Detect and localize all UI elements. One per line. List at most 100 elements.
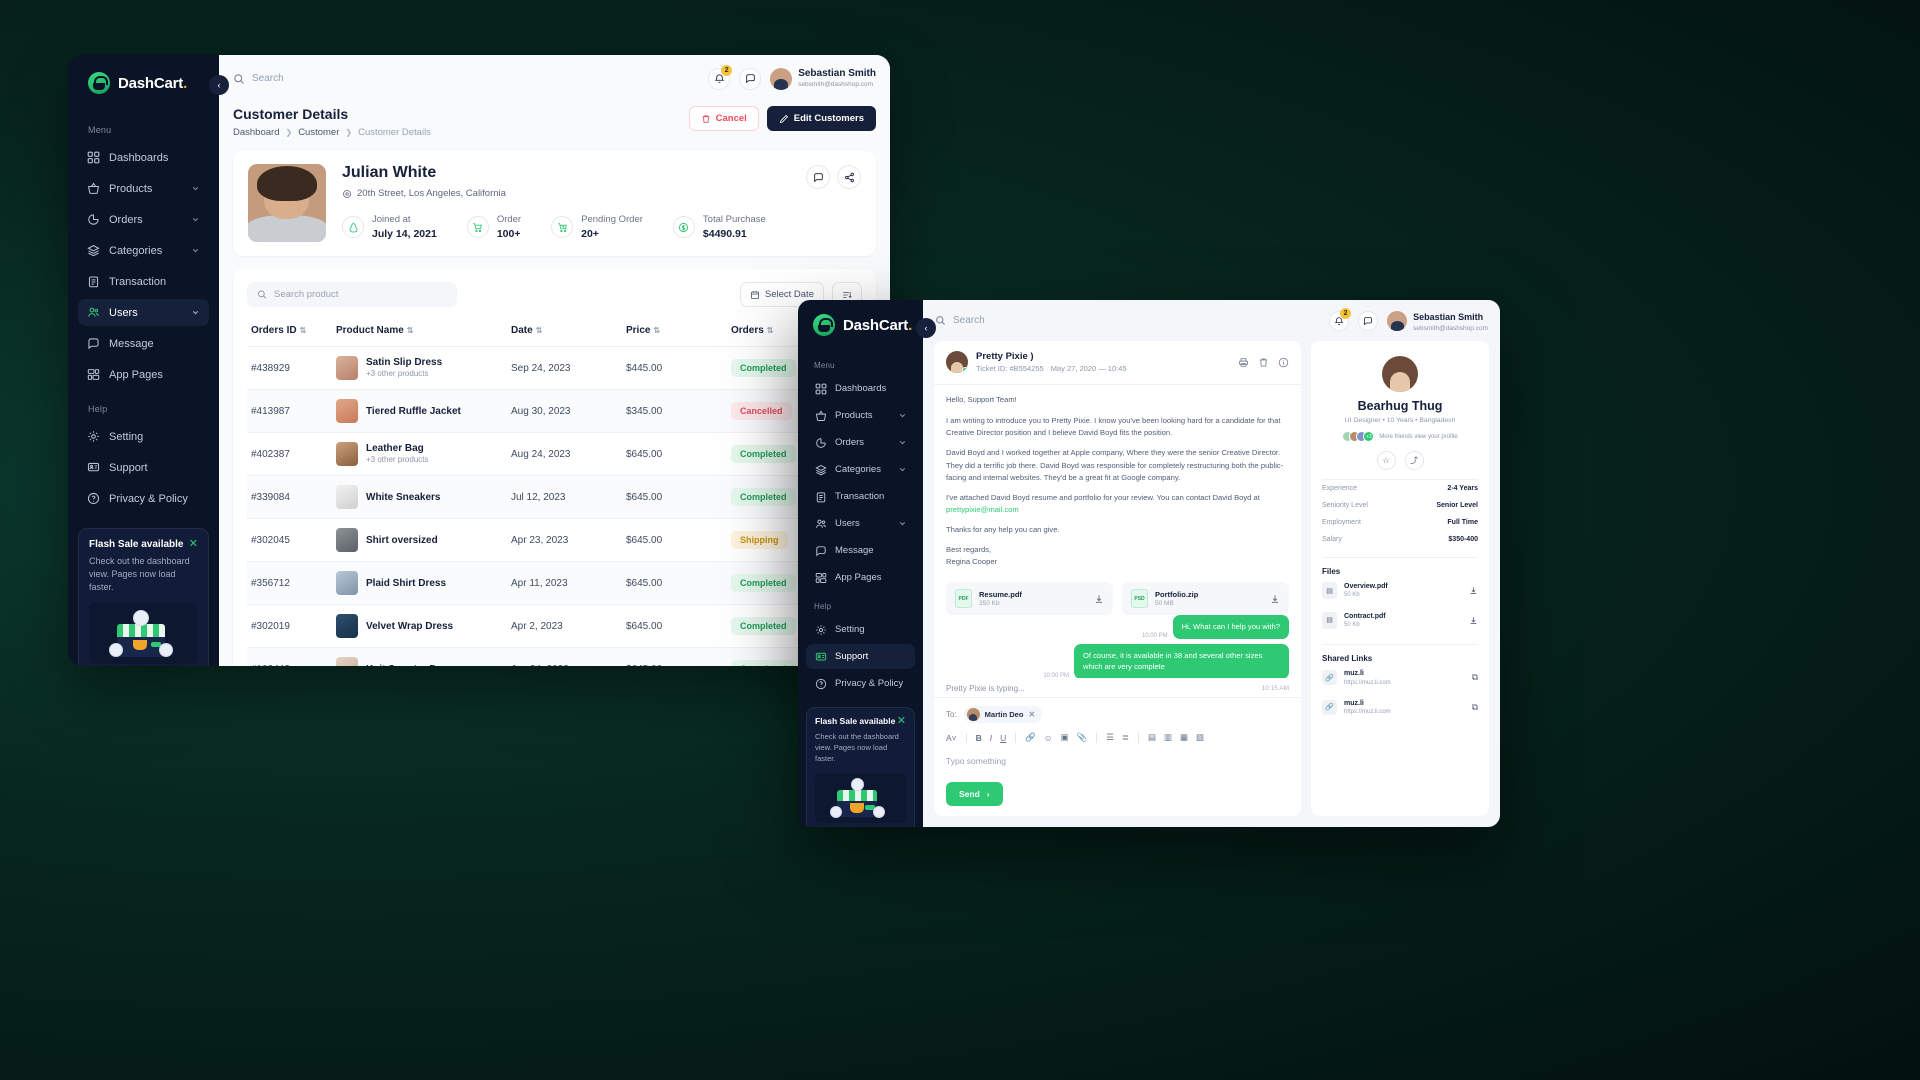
- sidebar-item-support[interactable]: Support: [806, 644, 915, 669]
- attachment-item[interactable]: PSD Portfolio.zip 50 MB: [1122, 582, 1289, 616]
- sidebar-item-categories[interactable]: Categories: [806, 457, 915, 482]
- sidebar-item-transaction[interactable]: Transaction: [78, 268, 209, 295]
- download-icon[interactable]: [1469, 586, 1478, 595]
- attachment-icon[interactable]: 📎: [1077, 732, 1088, 743]
- sidebar-item-app-pages[interactable]: App Pages: [78, 361, 209, 388]
- col-orders-id[interactable]: Orders ID ⇅: [247, 319, 332, 347]
- share-customer-button[interactable]: [837, 165, 861, 189]
- table-row[interactable]: #339084 White Sneakers Jul 12, 2023 $645…: [247, 475, 862, 519]
- copy-icon[interactable]: ⧉: [1472, 702, 1478, 713]
- font-icon[interactable]: A˅: [946, 733, 957, 743]
- chat-search-bar[interactable]: [935, 315, 1329, 326]
- sidebar-item-dashboards[interactable]: Dashboards: [806, 376, 915, 401]
- col-product-name[interactable]: Product Name ⇅: [332, 319, 507, 347]
- basket-icon: [87, 182, 100, 195]
- product-search-input[interactable]: [274, 289, 447, 300]
- col-date[interactable]: Date ⇅: [507, 319, 622, 347]
- messages-button[interactable]: [739, 67, 762, 90]
- search-input[interactable]: [252, 73, 472, 84]
- sidebar-item-label: Transaction: [109, 275, 167, 288]
- italic-icon[interactable]: I: [990, 733, 992, 743]
- table-row[interactable]: #302019 Velvet Wrap Dress Apr 2, 2023 $6…: [247, 604, 862, 648]
- sidebar-item-transaction[interactable]: Transaction: [806, 484, 915, 509]
- sidebar-collapse-button[interactable]: ‹: [209, 75, 229, 95]
- sidebar-item-setting[interactable]: Setting: [78, 423, 209, 450]
- copy-icon[interactable]: ⧉: [1472, 672, 1478, 683]
- table-row[interactable]: #356712 Plaid Shirt Dress Apr 11, 2023 $…: [247, 561, 862, 605]
- print-icon[interactable]: [1238, 357, 1249, 368]
- notification-badge: 2: [721, 64, 733, 76]
- messages-button[interactable]: [1358, 310, 1379, 331]
- detail-value: 2-4 Years: [1447, 485, 1478, 492]
- sidebar-item-orders[interactable]: Orders: [806, 430, 915, 455]
- table-row[interactable]: #438929 Satin Slip Dress +3 other product…: [247, 346, 862, 390]
- image-icon[interactable]: ▣: [1061, 732, 1069, 743]
- numbered-list-icon[interactable]: ≣: [1122, 732, 1129, 743]
- table-row[interactable]: #413987 Tiered Ruffle Jacket Aug 30, 202…: [247, 389, 862, 433]
- sidebar-item-users[interactable]: Users: [78, 299, 209, 326]
- align-right-icon[interactable]: ▦: [1180, 732, 1188, 743]
- table-row[interactable]: #102442 Knit Sweater Dress Jan 24, 2023 …: [247, 647, 862, 666]
- underline-icon[interactable]: U: [1000, 733, 1006, 743]
- user-profile-menu[interactable]: Sebastian Smith sebsmith@dashshop.com: [770, 67, 876, 90]
- download-icon[interactable]: [1270, 594, 1280, 604]
- bullet-list-icon[interactable]: ☰: [1106, 732, 1114, 743]
- sidebar-item-privacy-policy[interactable]: Privacy & Policy: [806, 671, 915, 696]
- link-row[interactable]: 🔗 muz.li https://muz.li.com ⧉: [1322, 663, 1478, 693]
- sidebar-item-orders[interactable]: Orders: [78, 206, 209, 233]
- user-profile-menu[interactable]: Sebastian Smith sebsmith@dashshop.com: [1387, 307, 1488, 333]
- sidebar-item-dashboards[interactable]: Dashboards: [78, 144, 209, 171]
- emoji-icon[interactable]: ☺: [1044, 733, 1053, 743]
- message-customer-button[interactable]: [806, 165, 830, 189]
- attachment-item[interactable]: PDF Resume.pdf 350 Kb: [946, 582, 1113, 616]
- sidebar-item-message[interactable]: Message: [806, 538, 915, 563]
- table-row[interactable]: #302045 Shirt oversized Apr 23, 2023 $64…: [247, 518, 862, 562]
- edit-customers-button[interactable]: Edit Customers: [766, 106, 876, 131]
- product-name: Satin Slip Dress: [366, 357, 443, 369]
- avatar: [1387, 310, 1408, 331]
- favorite-icon[interactable]: ☆: [1376, 451, 1396, 470]
- send-button[interactable]: Send ›: [946, 782, 1003, 806]
- message-input[interactable]: Typo something: [946, 743, 1289, 782]
- cancel-button[interactable]: Cancel: [688, 106, 759, 131]
- product-search[interactable]: [247, 282, 457, 307]
- sidebar-item-message[interactable]: Message: [78, 330, 209, 357]
- align-justify-icon[interactable]: ▧: [1196, 732, 1204, 743]
- recipient-chip[interactable]: Martin Deo ✕: [963, 706, 1043, 723]
- bold-icon[interactable]: B: [976, 733, 982, 743]
- app-logo[interactable]: DashCart.: [798, 300, 923, 350]
- col-price[interactable]: Price ⇅: [622, 319, 727, 347]
- download-icon[interactable]: [1469, 616, 1478, 625]
- close-icon[interactable]: ✕: [897, 716, 906, 727]
- sidebar-item-users[interactable]: Users: [806, 511, 915, 536]
- share-icon[interactable]: ⤴: [1404, 451, 1424, 470]
- search-bar[interactable]: [233, 73, 708, 85]
- sidebar-item-privacy-policy[interactable]: Privacy & Policy: [78, 485, 209, 512]
- link-row[interactable]: 🔗 muz.li https://muz.li.com ⧉: [1322, 693, 1478, 723]
- notifications-button[interactable]: 2: [1329, 307, 1352, 331]
- link-icon[interactable]: 🔗: [1025, 732, 1036, 743]
- breadcrumb-customer[interactable]: Customer: [298, 127, 339, 138]
- sidebar-item-categories[interactable]: Categories: [78, 237, 209, 264]
- sidebar-item-support[interactable]: Support: [78, 454, 209, 481]
- breadcrumb-dashboard[interactable]: Dashboard: [233, 127, 279, 138]
- notifications-button[interactable]: 2: [708, 64, 733, 90]
- align-center-icon[interactable]: ▥: [1164, 732, 1172, 743]
- sidebar-item-products[interactable]: Products: [806, 403, 915, 428]
- email-link[interactable]: prettypixie@mail.com: [946, 505, 1019, 514]
- info-icon[interactable]: [1278, 357, 1289, 368]
- table-row[interactable]: #402387 Leather Bag +3 other products Aug…: [247, 432, 862, 476]
- sidebar-item-setting[interactable]: Setting: [806, 617, 915, 642]
- file-row[interactable]: ▤ Contract.pdf 50 Kb: [1322, 606, 1478, 636]
- download-icon[interactable]: [1094, 594, 1104, 604]
- close-icon[interactable]: ✕: [1028, 710, 1035, 719]
- sidebar-item-products[interactable]: Products: [78, 175, 209, 202]
- align-left-icon[interactable]: ▤: [1148, 732, 1156, 743]
- chat-sidebar-collapse-button[interactable]: ‹: [916, 318, 936, 338]
- sidebar-item-app-pages[interactable]: App Pages: [806, 565, 915, 590]
- close-icon[interactable]: ✕: [189, 539, 198, 550]
- chat-search-input[interactable]: [953, 315, 1173, 326]
- trash-icon[interactable]: [1258, 357, 1269, 368]
- file-row[interactable]: ▤ Overview.pdf 50 Kb: [1322, 576, 1478, 606]
- app-logo[interactable]: DashCart.: [68, 55, 219, 111]
